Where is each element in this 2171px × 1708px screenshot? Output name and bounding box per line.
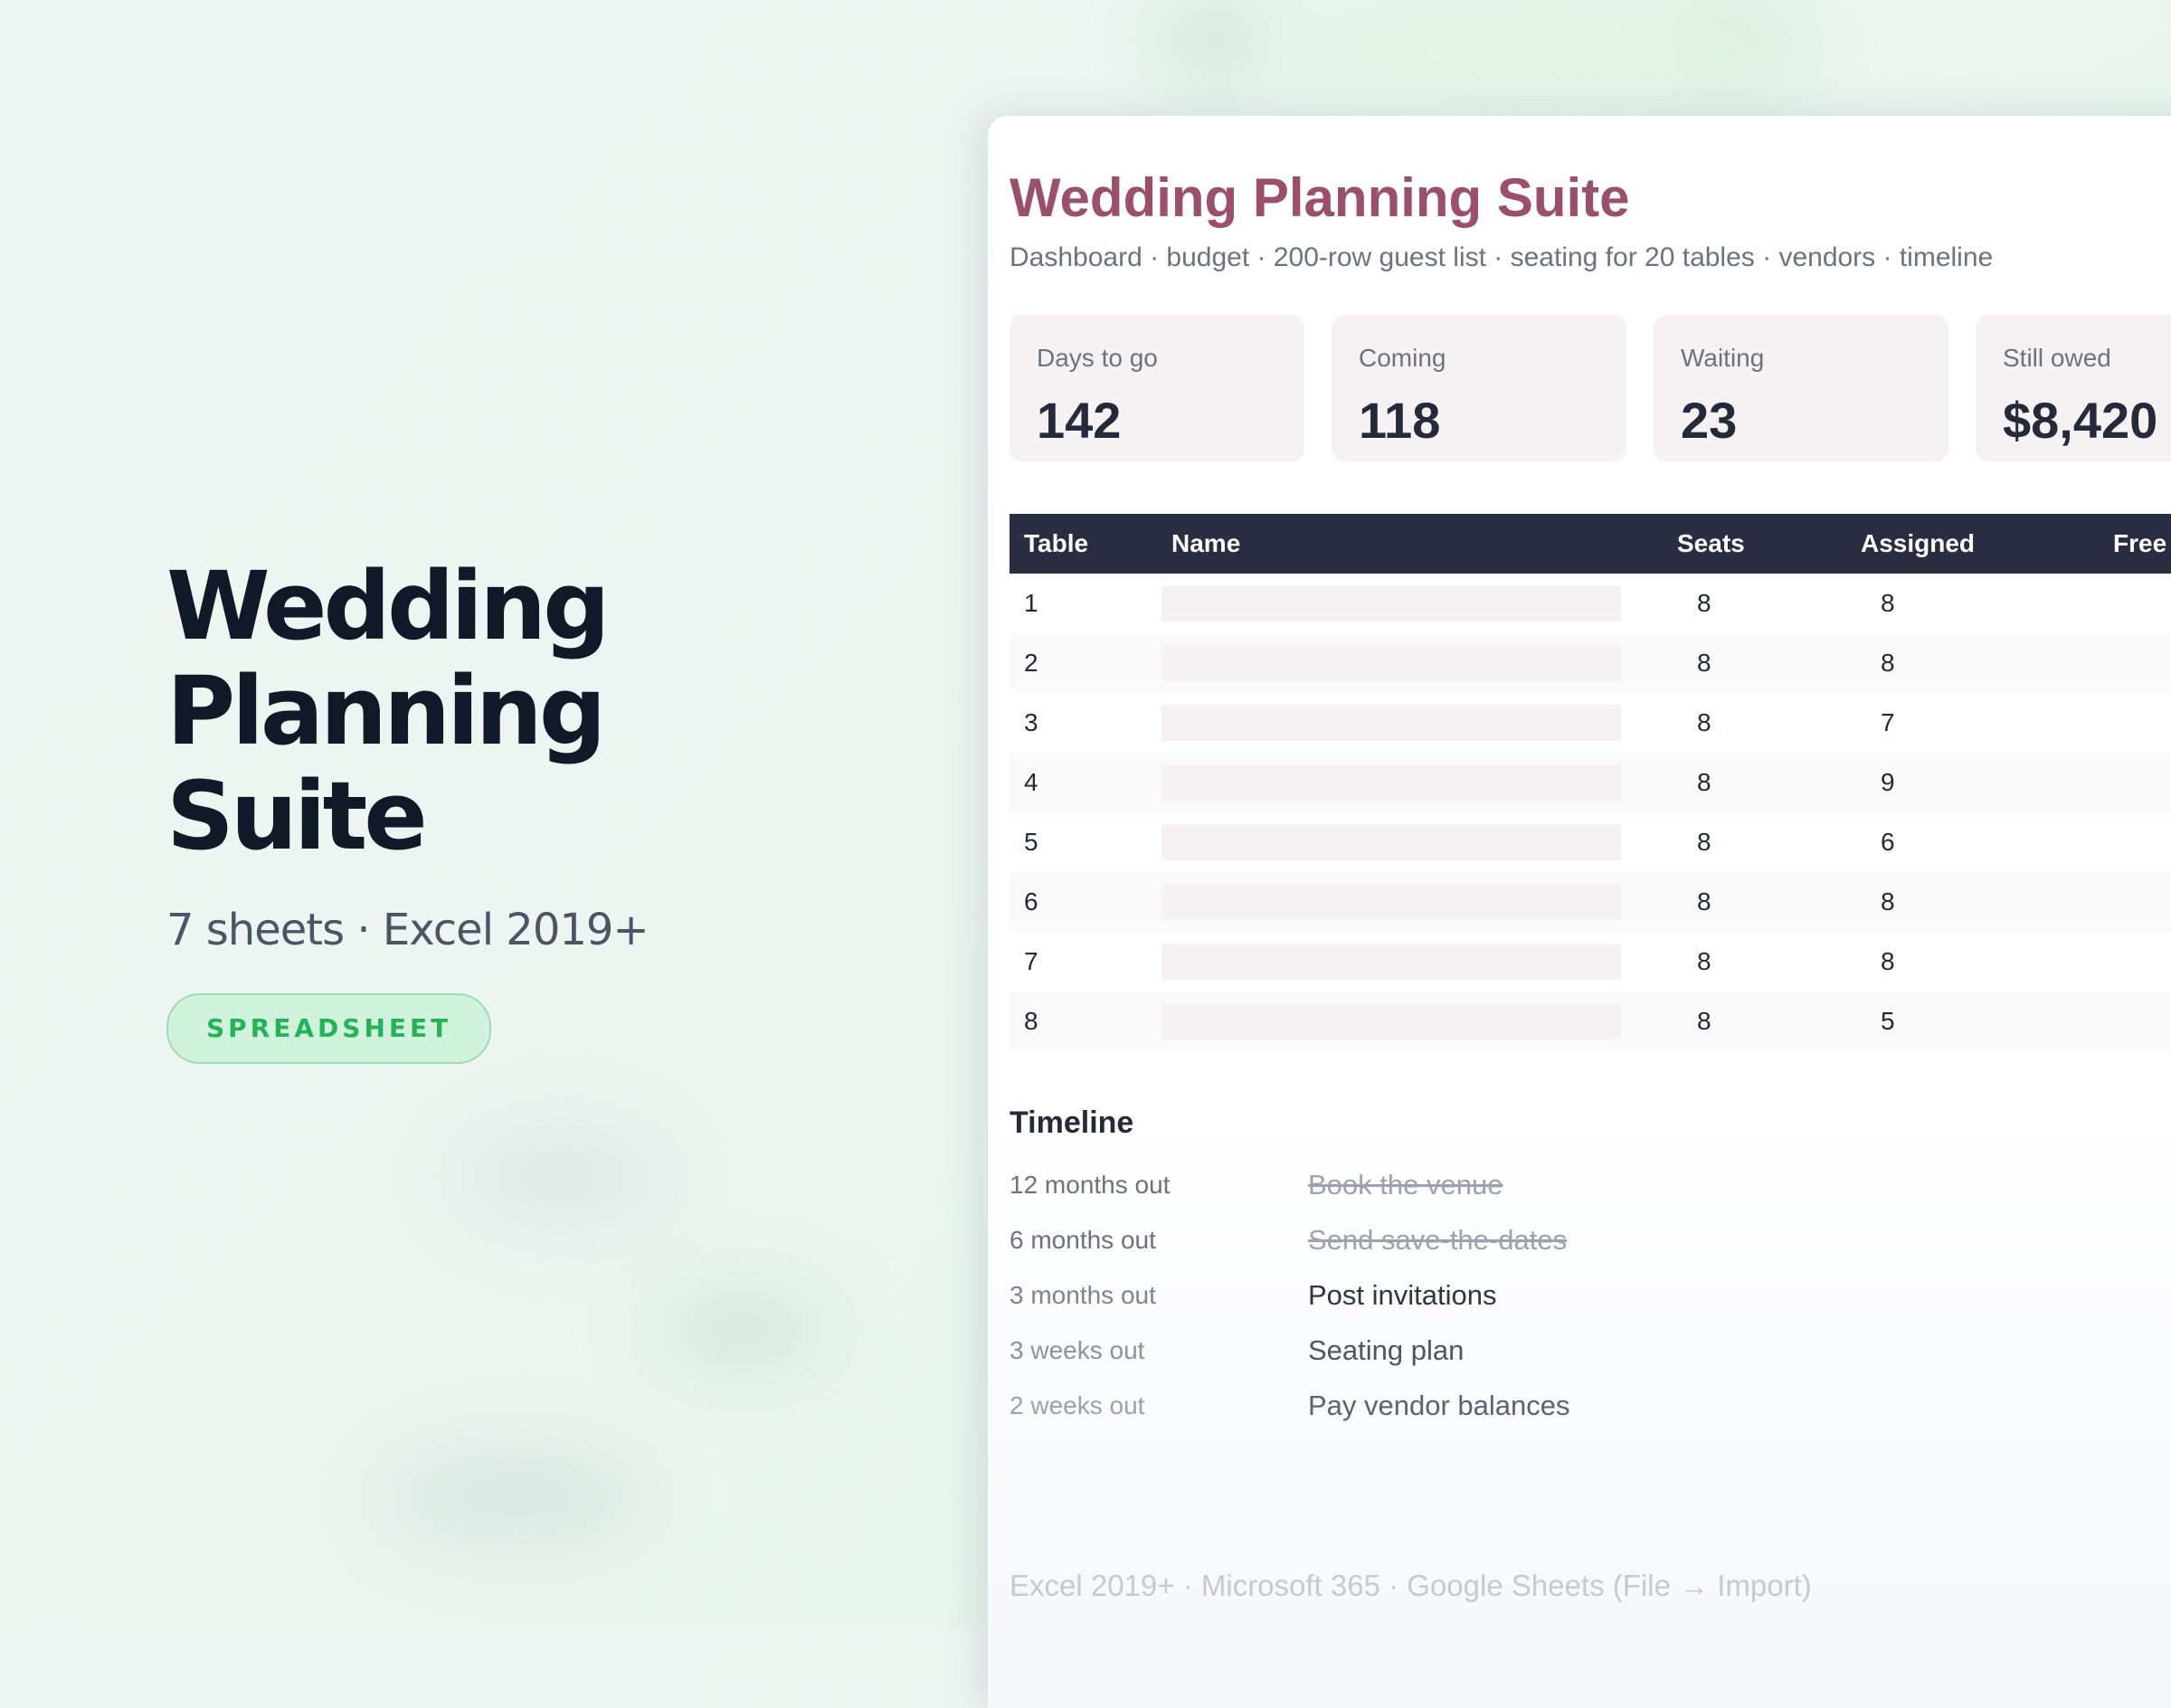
stat-label: Still owed	[2003, 344, 2111, 372]
timeline-item: 6 months out Send save-the-dates	[1010, 1224, 2095, 1262]
cell-seats[interactable]: 8	[1697, 932, 1711, 992]
cell-name-input[interactable]	[1161, 705, 1621, 741]
table-row: 3871	[1010, 693, 2171, 753]
doc-title: Wedding Planning Suite	[1010, 167, 1630, 228]
cell-table-number[interactable]: 4	[1024, 753, 1038, 812]
stat-card-waiting: Waiting 23	[1654, 315, 1948, 461]
background-blob	[452, 1122, 669, 1230]
cell-assigned[interactable]: 8	[1881, 872, 1895, 932]
background-blob	[1158, 0, 1266, 81]
cell-seats[interactable]: 8	[1697, 574, 1711, 633]
background-blob	[1266, 0, 1809, 100]
background-blob	[1673, 0, 1782, 81]
stat-card-still-owed: Still owed $8,420	[1976, 315, 2171, 461]
table-row: 1880	[1010, 574, 2171, 633]
timeline-task: Book the venue	[1308, 1169, 1503, 1200]
column-header-free[interactable]: Free	[2113, 514, 2166, 574]
cell-assigned[interactable]: 6	[1881, 812, 1895, 872]
spreadsheet-preview: Wedding Planning Suite Dashboard · budge…	[988, 116, 2171, 1708]
hero-title: Wedding Planning Suite	[166, 554, 854, 868]
cell-name-input[interactable]	[1161, 884, 1621, 920]
hero-subtitle: 7 sheets · Excel 2019+	[166, 905, 649, 955]
compatibility-footer: Excel 2019+ · Microsoft 365 · Google She…	[1010, 1569, 1812, 1602]
cell-assigned[interactable]: 5	[1881, 992, 1895, 1051]
hero: Wedding Planning Suite 7 sheets · Excel …	[166, 554, 854, 1064]
cell-seats[interactable]: 8	[1697, 693, 1711, 753]
hero-title-line: Suite	[166, 761, 428, 871]
stat-card-coming: Coming 118	[1332, 315, 1626, 461]
table-row: 7880	[1010, 932, 2171, 992]
timeline-heading: Timeline	[1010, 1105, 1134, 1140]
table-body: 188028803871489-15862688078808853	[1010, 574, 2171, 1051]
doc-subtitle: Dashboard · budget · 200-row guest list …	[1010, 242, 1994, 272]
cell-table-number[interactable]: 1	[1024, 574, 1038, 633]
cell-assigned[interactable]: 8	[1881, 574, 1895, 633]
stat-value: 118	[1359, 392, 1441, 449]
timeline-item: 3 weeks out Seating plan	[1010, 1334, 2095, 1372]
cell-seats[interactable]: 8	[1697, 992, 1711, 1051]
cell-table-number[interactable]: 7	[1024, 932, 1038, 992]
timeline-item: 3 months out Post invitations	[1010, 1279, 2095, 1317]
cell-table-number[interactable]: 6	[1024, 872, 1038, 932]
cell-seats[interactable]: 8	[1697, 812, 1711, 872]
hero-title-line: Planning	[166, 656, 606, 766]
cell-table-number[interactable]: 2	[1024, 633, 1038, 693]
table-row: 6880	[1010, 872, 2171, 932]
cell-seats[interactable]: 8	[1697, 753, 1711, 812]
cell-name-input[interactable]	[1161, 585, 1621, 622]
stat-value: 142	[1037, 392, 1122, 449]
seating-table: Table Name Seats Assigned Free 188028803…	[1010, 514, 2171, 1051]
timeline-when: 12 months out	[1010, 1171, 1171, 1199]
table-row: 8853	[1010, 992, 2171, 1051]
cell-name-input[interactable]	[1161, 764, 1621, 801]
cell-name-input[interactable]	[1161, 645, 1621, 681]
cell-name-input[interactable]	[1161, 944, 1621, 980]
cell-table-number[interactable]: 8	[1024, 992, 1038, 1051]
timeline-when: 6 months out	[1010, 1226, 1156, 1254]
table-row: 489-1	[1010, 753, 2171, 812]
timeline-task: Seating plan	[1308, 1334, 1465, 1366]
hero-title-line: Wedding	[166, 551, 611, 661]
stat-value: 23	[1681, 392, 1738, 449]
timeline-when: 2 weeks out	[1010, 1391, 1145, 1419]
cell-assigned[interactable]: 8	[1881, 633, 1895, 693]
cell-assigned[interactable]: 7	[1881, 693, 1895, 753]
table-header-row: Table Name Seats Assigned Free	[1010, 514, 2171, 574]
timeline-item: 2 weeks out Pay vendor balances	[1010, 1390, 2095, 1428]
timeline-task: Send save-the-dates	[1308, 1224, 1568, 1256]
stat-label: Coming	[1359, 344, 1446, 372]
timeline-when: 3 weeks out	[1010, 1336, 1145, 1364]
cell-name-input[interactable]	[1161, 824, 1621, 860]
column-header-assigned[interactable]: Assigned	[1861, 514, 1975, 574]
stat-value: $8,420	[2003, 392, 2158, 449]
cell-seats[interactable]: 8	[1697, 872, 1711, 932]
timeline-task: Post invitations	[1308, 1279, 1497, 1311]
category-badge: SPREADSHEET	[166, 993, 492, 1064]
table-row: 5862	[1010, 812, 2171, 872]
column-header-name[interactable]: Name	[1171, 514, 1240, 574]
column-header-seats[interactable]: Seats	[1677, 514, 1745, 574]
cell-assigned[interactable]: 9	[1881, 753, 1895, 812]
background-blob	[651, 1285, 832, 1375]
cell-table-number[interactable]: 5	[1024, 812, 1038, 872]
cell-seats[interactable]: 8	[1697, 633, 1711, 693]
background-blob	[380, 1447, 651, 1547]
stat-label: Waiting	[1681, 344, 1765, 372]
column-header-table[interactable]: Table	[1024, 514, 1088, 574]
timeline-task: Pay vendor balances	[1308, 1390, 1570, 1421]
table-row: 2880	[1010, 633, 2171, 693]
cell-name-input[interactable]	[1161, 1003, 1621, 1039]
cell-assigned[interactable]: 8	[1881, 932, 1895, 992]
timeline-when: 3 months out	[1010, 1281, 1156, 1309]
timeline-item: 12 months out Book the venue	[1010, 1169, 2095, 1207]
stat-card-days-to-go: Days to go 142	[1010, 315, 1304, 461]
cell-table-number[interactable]: 3	[1024, 693, 1038, 753]
stat-label: Days to go	[1037, 344, 1158, 372]
